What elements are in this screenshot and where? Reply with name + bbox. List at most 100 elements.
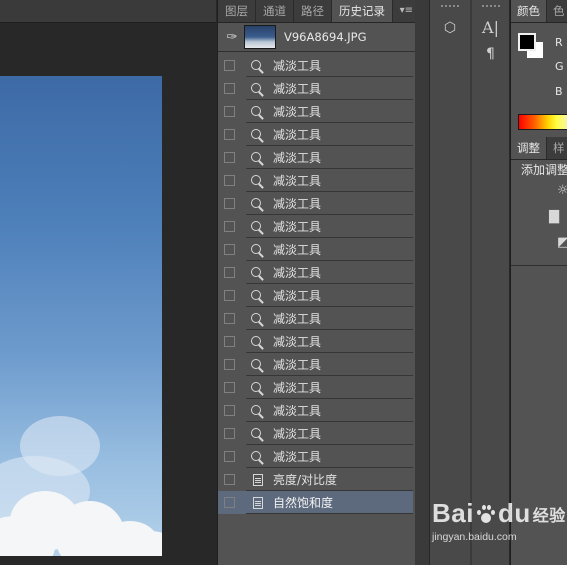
tab-paths[interactable]: 路径 bbox=[294, 0, 332, 22]
dodge-tool-icon bbox=[249, 105, 267, 117]
tab-styles[interactable]: 样 bbox=[547, 137, 567, 159]
history-item-label: 减淡工具 bbox=[273, 82, 322, 96]
3d-panel-icon[interactable]: ⬡ bbox=[438, 17, 462, 39]
history-snapshot-row[interactable]: ✑ V96A8694.JPG bbox=[218, 23, 415, 52]
paragraph-panel-icon[interactable]: ¶ bbox=[479, 43, 503, 65]
dodge-tool-icon bbox=[249, 197, 267, 209]
history-item[interactable]: 亮度/对比度 bbox=[218, 468, 413, 491]
exposure-adjust-icon[interactable]: ◩ bbox=[557, 235, 567, 250]
tab-layers[interactable]: 图层 bbox=[218, 0, 256, 22]
history-source-checkbox[interactable] bbox=[224, 474, 235, 485]
history-source-checkbox[interactable] bbox=[224, 405, 235, 416]
history-item[interactable]: 减淡工具 bbox=[218, 353, 413, 376]
tab-channels[interactable]: 通道 bbox=[256, 0, 294, 22]
history-panel: 图层 通道 路径 历史记录 ▾≡ ✑ V96A8694.JPG 减淡工具 减淡工具… bbox=[217, 0, 416, 565]
history-item-label: 减淡工具 bbox=[273, 381, 322, 395]
history-item[interactable]: 减淡工具 bbox=[218, 146, 413, 169]
collapsed-dock-2: A| ¶ bbox=[472, 0, 509, 565]
document-canvas[interactable] bbox=[0, 0, 216, 565]
history-source-checkbox[interactable] bbox=[224, 106, 235, 117]
snapshot-thumbnail bbox=[244, 25, 276, 49]
history-source-checkbox[interactable] bbox=[224, 451, 235, 462]
history-source-checkbox[interactable] bbox=[224, 83, 235, 94]
dodge-tool-icon bbox=[249, 128, 267, 140]
dock-grip[interactable] bbox=[441, 5, 459, 13]
adjustments-tab-bar: 调整 样 bbox=[511, 137, 567, 160]
dodge-tool-icon bbox=[249, 335, 267, 347]
history-brush-icon[interactable]: ✑ bbox=[222, 30, 242, 45]
history-source-checkbox[interactable] bbox=[224, 221, 235, 232]
dock-gap bbox=[415, 0, 429, 565]
dodge-tool-icon bbox=[249, 151, 267, 163]
tab-adjustments[interactable]: 调整 bbox=[511, 137, 547, 159]
history-item[interactable]: 减淡工具 bbox=[218, 215, 413, 238]
history-source-checkbox[interactable] bbox=[224, 336, 235, 347]
history-item[interactable]: 减淡工具 bbox=[218, 123, 413, 146]
history-source-checkbox[interactable] bbox=[224, 497, 235, 508]
history-source-checkbox[interactable] bbox=[224, 359, 235, 370]
history-source-checkbox[interactable] bbox=[224, 175, 235, 186]
history-source-checkbox[interactable] bbox=[224, 290, 235, 301]
history-item[interactable]: 减淡工具 bbox=[218, 100, 413, 123]
history-item-label: 减淡工具 bbox=[273, 358, 322, 372]
history-item-label: 减淡工具 bbox=[273, 404, 322, 418]
canvas-top-bar bbox=[0, 0, 216, 23]
history-item[interactable]: 减淡工具 bbox=[218, 376, 413, 399]
history-source-checkbox[interactable] bbox=[224, 129, 235, 140]
dodge-tool-icon bbox=[249, 220, 267, 232]
history-item-label: 减淡工具 bbox=[273, 128, 322, 142]
tab-history[interactable]: 历史记录 bbox=[332, 0, 393, 22]
history-item-label: 减淡工具 bbox=[273, 450, 322, 464]
history-item[interactable]: 减淡工具 bbox=[218, 399, 413, 422]
levels-adjust-icon[interactable]: ▇ bbox=[549, 209, 559, 224]
adjustment-layer-icon bbox=[249, 473, 267, 486]
history-source-checkbox[interactable] bbox=[224, 152, 235, 163]
dodge-tool-icon bbox=[249, 59, 267, 71]
history-item[interactable]: 减淡工具 bbox=[218, 445, 413, 468]
history-item-label: 亮度/对比度 bbox=[273, 473, 338, 487]
history-item[interactable]: 减淡工具 bbox=[218, 192, 413, 215]
dodge-tool-icon bbox=[249, 243, 267, 255]
dodge-tool-icon bbox=[249, 381, 267, 393]
brightness-adjust-icon[interactable]: ☼ bbox=[557, 183, 567, 198]
history-item[interactable]: 减淡工具 bbox=[218, 307, 413, 330]
tab-swatches[interactable]: 色 bbox=[547, 0, 567, 22]
history-item[interactable]: 减淡工具 bbox=[218, 54, 413, 77]
history-item-label: 减淡工具 bbox=[273, 59, 322, 73]
color-spectrum-bar[interactable] bbox=[518, 114, 567, 130]
baidu-logo-cn: 经验 bbox=[532, 507, 566, 525]
baidu-logo-text-left: Bai bbox=[432, 498, 474, 528]
panel-tab-bar: 图层 通道 路径 历史记录 ▾≡ bbox=[218, 0, 415, 23]
panel-menu-icon[interactable]: ▾≡ bbox=[400, 0, 413, 22]
dodge-tool-icon bbox=[249, 404, 267, 416]
tab-color[interactable]: 颜色 bbox=[511, 0, 547, 22]
history-item[interactable]: 减淡工具 bbox=[218, 169, 413, 192]
character-panel-icon[interactable]: A| bbox=[479, 17, 503, 39]
channel-g-label: G bbox=[555, 60, 564, 73]
history-item[interactable]: 减淡工具 bbox=[218, 284, 413, 307]
history-source-checkbox[interactable] bbox=[224, 198, 235, 209]
history-source-checkbox[interactable] bbox=[224, 382, 235, 393]
history-source-checkbox[interactable] bbox=[224, 60, 235, 71]
history-item[interactable]: 减淡工具 bbox=[218, 422, 413, 445]
history-source-checkbox[interactable] bbox=[224, 428, 235, 439]
history-item[interactable]: 自然饱和度 bbox=[218, 491, 413, 514]
history-item[interactable]: 减淡工具 bbox=[218, 330, 413, 353]
history-item[interactable]: 减淡工具 bbox=[218, 238, 413, 261]
dodge-tool-icon bbox=[249, 312, 267, 324]
adjustments-title: 添加调整 bbox=[521, 163, 567, 177]
foreground-color-swatch[interactable] bbox=[518, 33, 536, 51]
channel-b-label: B bbox=[555, 85, 563, 98]
history-source-checkbox[interactable] bbox=[224, 267, 235, 278]
dock-grip[interactable] bbox=[481, 5, 500, 13]
color-tab-bar: 颜色 色 bbox=[511, 0, 567, 23]
adjustments-panel: 调整 样 添加调整 ☼ ▇ ◩ bbox=[511, 137, 567, 266]
history-source-checkbox[interactable] bbox=[224, 313, 235, 324]
history-item-label: 减淡工具 bbox=[273, 335, 322, 349]
history-item-label: 减淡工具 bbox=[273, 243, 322, 257]
history-item-label: 减淡工具 bbox=[273, 151, 322, 165]
sky-photo[interactable] bbox=[0, 76, 162, 556]
history-item[interactable]: 减淡工具 bbox=[218, 261, 413, 284]
history-source-checkbox[interactable] bbox=[224, 244, 235, 255]
history-item[interactable]: 减淡工具 bbox=[218, 77, 413, 100]
